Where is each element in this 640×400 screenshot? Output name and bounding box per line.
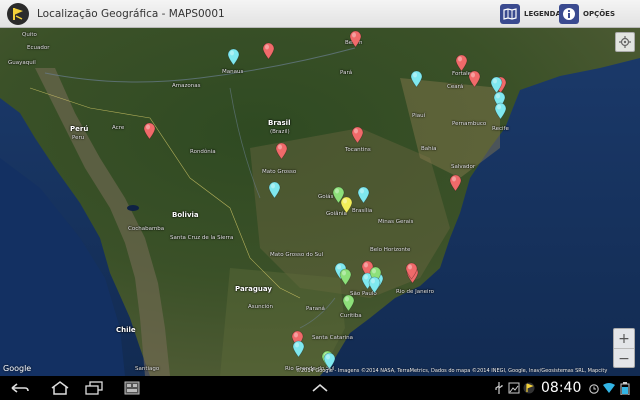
map-label-belo-horizonte: Belo Horizonte [370, 247, 411, 253]
map-marker-pin[interactable] [275, 142, 288, 160]
map-marker-pin[interactable] [143, 122, 156, 140]
map-label-santa-cruz: Santa Cruz de la Sierra [170, 235, 234, 241]
map-label-guayaquil: Guayaquil [8, 60, 36, 66]
map-terrain [0, 28, 640, 376]
map-marker-pin[interactable] [468, 70, 481, 88]
map-label-chile: Chile [116, 326, 136, 334]
back-arrow-icon [11, 383, 29, 393]
my-location-button[interactable] [615, 32, 635, 52]
map-label-peru-sub: Peru [72, 135, 85, 141]
map-label-bahia: Bahia [421, 146, 437, 152]
map-label-minas: Minas Gerais [378, 219, 414, 225]
map-label-santiago: Santiago [135, 366, 160, 372]
map-marker-pin[interactable] [227, 48, 240, 66]
map-label-recife: Recife [492, 126, 509, 132]
map-label-rondonia: Rondônia [190, 149, 216, 155]
map-marker-pin[interactable] [262, 42, 275, 60]
home-button[interactable] [50, 380, 70, 396]
map-marker-pin[interactable] [351, 126, 364, 144]
map-label-paraguay: Paraguay [235, 285, 272, 293]
options-label: OPÇÕES [583, 10, 615, 18]
map-label-santa-catarina: Santa Catarina [312, 335, 354, 341]
legend-button[interactable]: LEGENDA [500, 3, 561, 25]
app-title: Localização Geográfica - MAPS0001 [37, 7, 225, 20]
map-marker-pin[interactable] [405, 262, 418, 280]
map-label-salvador: Salvador [451, 164, 476, 170]
map-marker-pin[interactable] [368, 276, 381, 294]
options-button[interactable]: OPÇÕES [559, 3, 615, 25]
map-label-bolivia: Bolivia [172, 211, 199, 219]
recent-apps-icon [85, 381, 103, 395]
map-attribution: ©2014 Google - Imagens ©2014 NASA, Terra… [296, 368, 608, 374]
map-label-brasil-sub: (Brazil) [270, 129, 290, 135]
map-label-acre: Acre [112, 125, 125, 131]
map-label-ceara: Ceará [447, 84, 464, 90]
battery-icon [620, 382, 630, 395]
satellite-map[interactable]: Ecuador Guayaquil Quito Manaus Amazonas … [0, 28, 640, 376]
usb-icon [495, 382, 503, 394]
wifi-icon [603, 383, 615, 393]
map-marker-pin[interactable] [292, 340, 305, 358]
system-nav-bar: 08:40 [0, 376, 640, 400]
zoom-control: + − [613, 328, 635, 368]
map-label-amazonas: Amazonas [172, 83, 201, 89]
map-label-mato-grosso-sul: Mato Grosso do Sul [270, 252, 324, 258]
alarm-icon [589, 384, 599, 394]
expand-up-button[interactable] [310, 380, 330, 396]
action-bar: Localização Geográfica - MAPS0001 LEGEND… [0, 0, 640, 28]
screenshot-icon [124, 381, 140, 395]
zoom-out-button[interactable]: − [614, 349, 634, 369]
recent-apps-button[interactable] [84, 380, 104, 396]
map-label-pernambuco: Pernambuco [452, 121, 487, 127]
map-label-brasil: Brasil [268, 119, 291, 127]
map-marker-pin[interactable] [357, 186, 370, 204]
map-marker-pin[interactable] [339, 268, 352, 286]
map-marker-pin[interactable] [268, 181, 281, 199]
map-label-tocantins: Tocantins [345, 147, 371, 153]
map-label-cochabamba: Cochabamba [128, 226, 165, 232]
legend-label: LEGENDA [524, 10, 561, 18]
map-marker-pin[interactable] [449, 174, 462, 192]
app-logo-small-icon [523, 382, 535, 394]
map-book-icon [500, 4, 520, 24]
map-label-quito: Quito [22, 32, 37, 38]
map-marker-pin[interactable] [455, 54, 468, 72]
map-marker-pin[interactable] [410, 70, 423, 88]
chevron-up-icon [312, 383, 328, 392]
map-label-piaui: Piauí [412, 113, 426, 119]
map-marker-pin[interactable] [340, 196, 353, 214]
google-logo: Google [3, 364, 32, 373]
map-label-ecuador: Ecuador [27, 45, 50, 51]
map-label-parana: Paraná [306, 306, 325, 312]
map-label-brasilia: Brasília [352, 208, 373, 214]
clock: 08:40 [541, 380, 582, 396]
map-label-para: Pará [340, 70, 353, 76]
image-icon [508, 382, 520, 394]
map-label-peru: Perú [70, 125, 89, 133]
zoom-in-button[interactable]: + [614, 329, 634, 349]
info-icon [559, 4, 579, 24]
back-button[interactable] [10, 380, 30, 396]
map-label-curitiba: Curitiba [340, 313, 362, 319]
map-label-mato-grosso: Mato Grosso [262, 169, 297, 175]
map-marker-pin[interactable] [342, 294, 355, 312]
app-logo-icon[interactable] [7, 2, 29, 25]
home-icon [51, 381, 69, 395]
map-marker-pin[interactable] [349, 30, 362, 48]
screenshot-button[interactable] [122, 380, 142, 396]
map-label-manaus: Manaus [222, 69, 244, 75]
crosshair-icon [619, 36, 631, 48]
map-label-asuncion: Asunción [248, 304, 274, 310]
map-label-rio: Rio de Janeiro [396, 289, 434, 295]
map-marker-pin[interactable] [494, 102, 507, 120]
